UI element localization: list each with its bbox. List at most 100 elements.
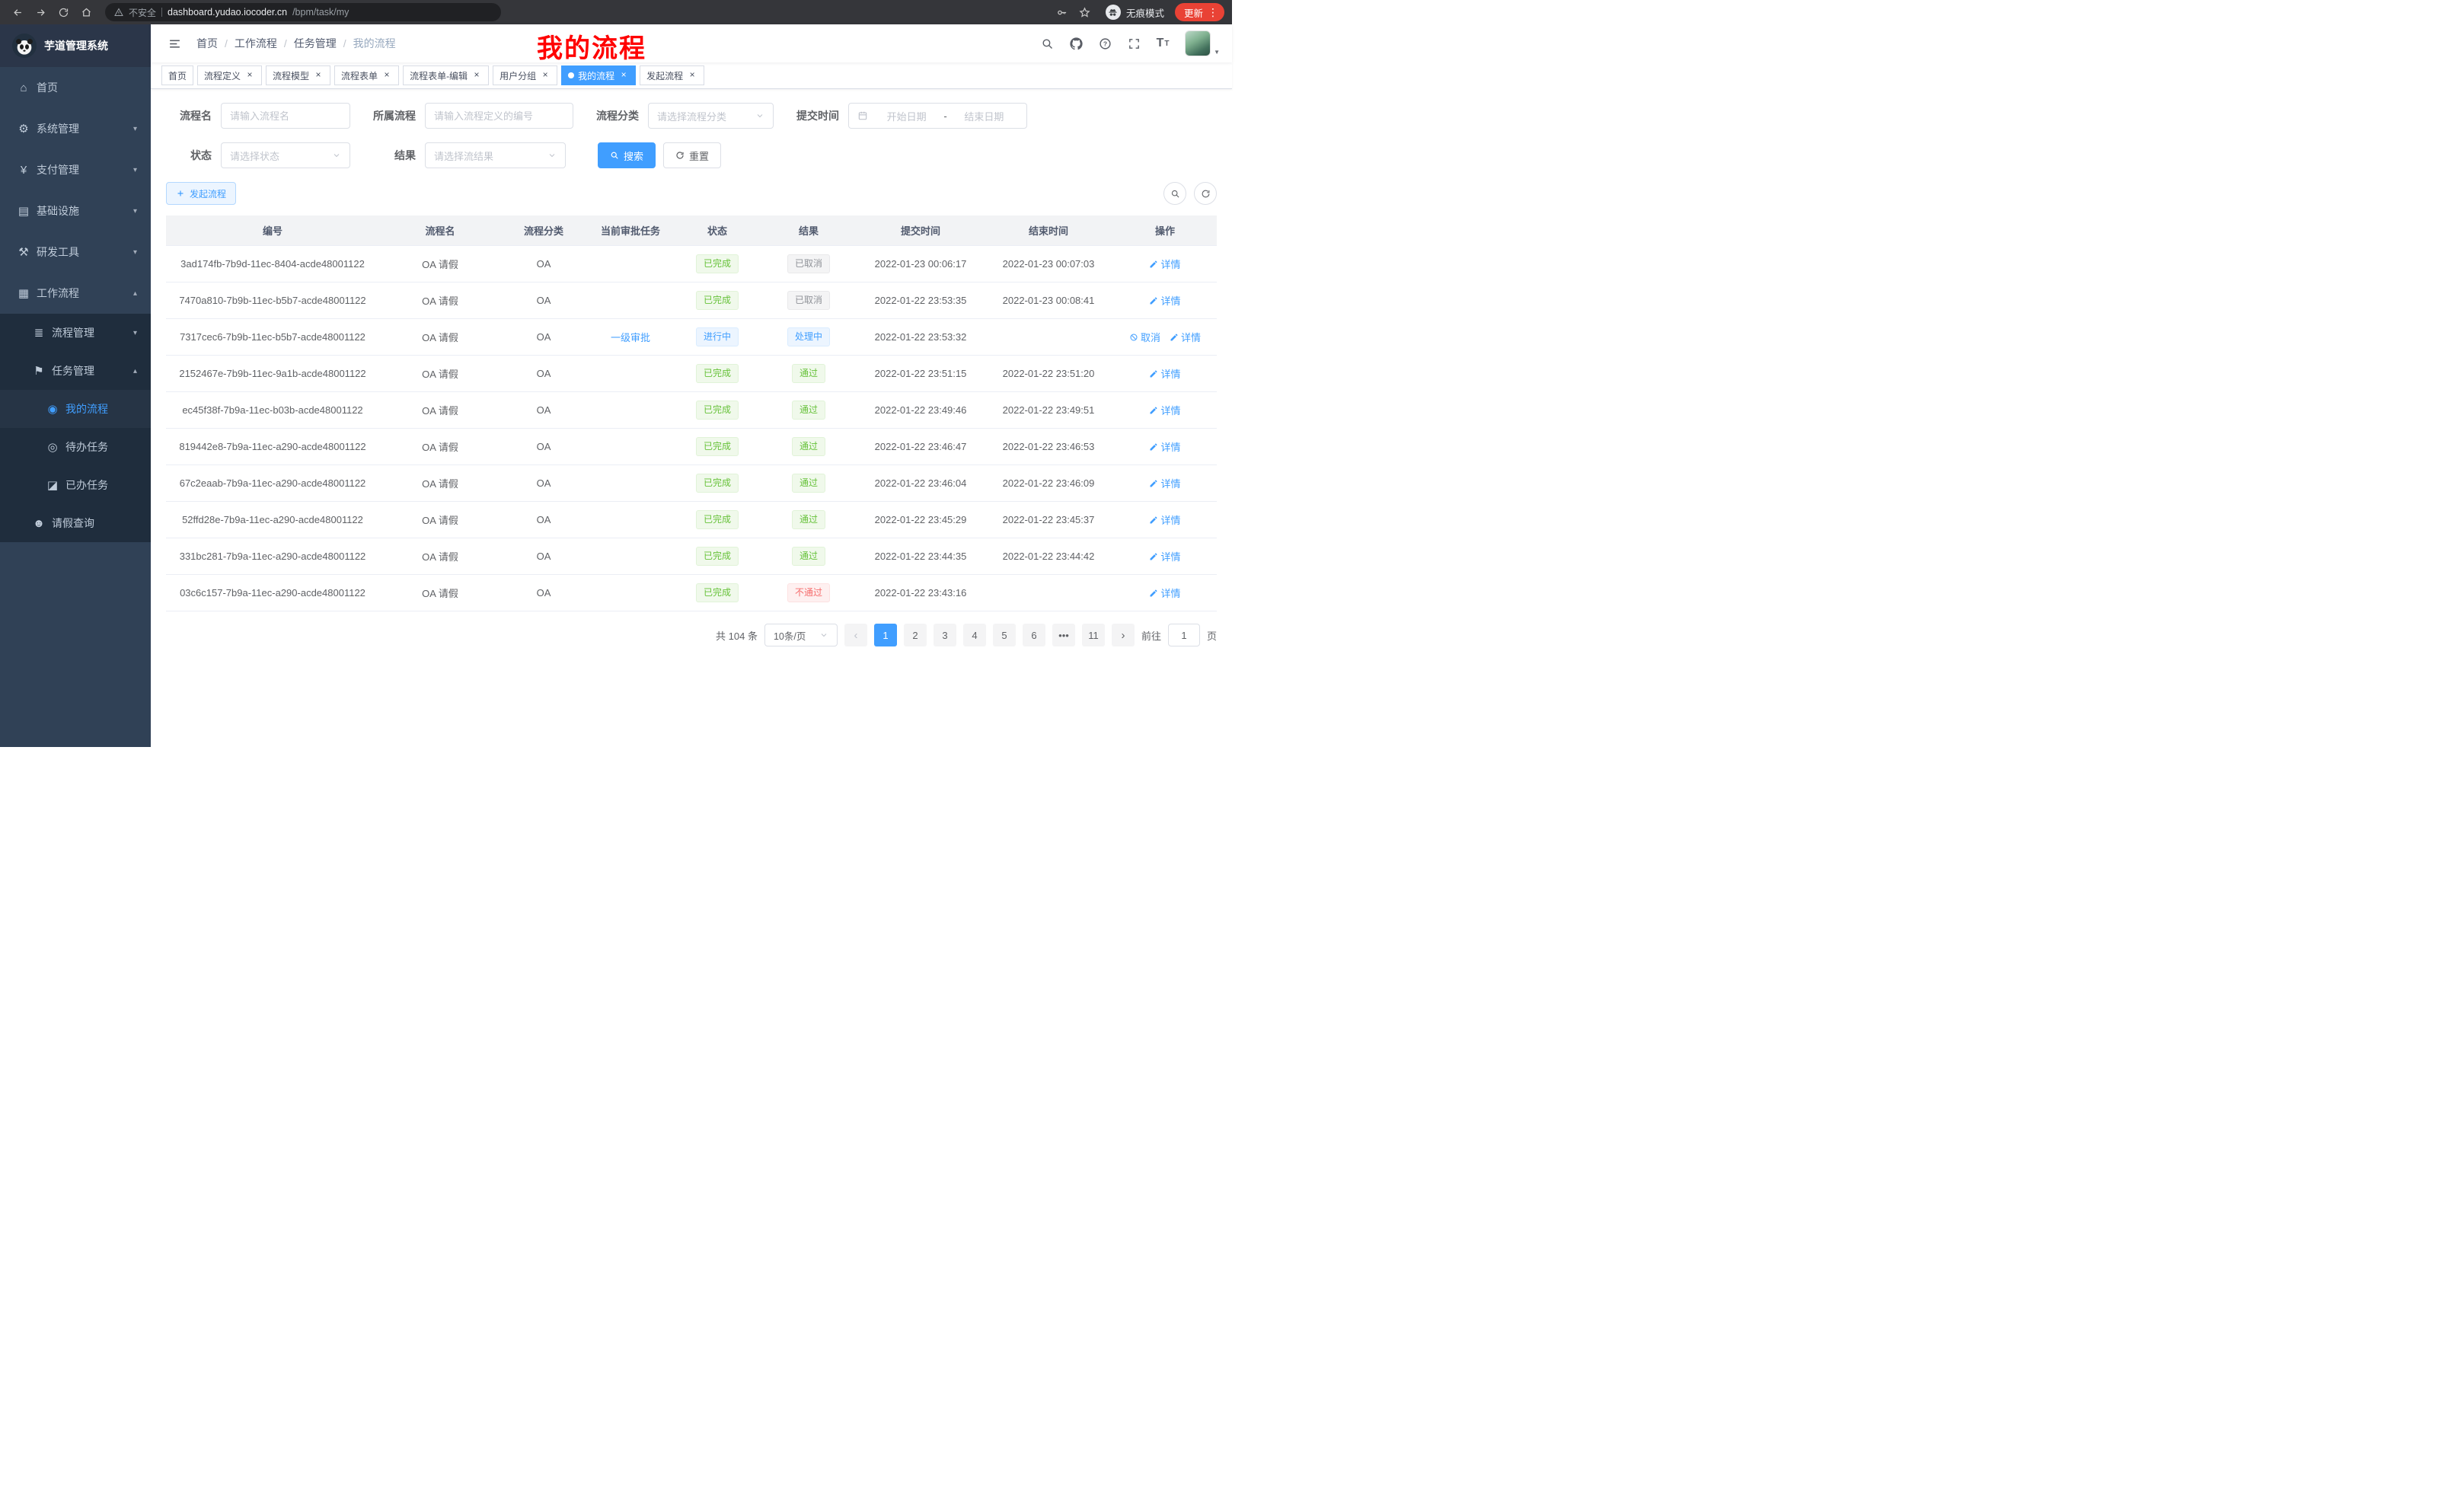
page-button[interactable]: 3 <box>934 624 956 646</box>
security-label[interactable]: 不安全 <box>129 6 156 19</box>
detail-link[interactable]: 详情 <box>1149 549 1180 563</box>
avatar-menu[interactable] <box>1185 30 1220 56</box>
total-count: 共 104 条 <box>716 628 758 643</box>
sidebar-item-system[interactable]: ⚙ 系统管理 <box>0 108 151 149</box>
detail-link[interactable]: 详情 <box>1149 512 1180 527</box>
edit-icon <box>1149 296 1158 305</box>
detail-link[interactable]: 详情 <box>1149 257 1180 271</box>
process-name-input[interactable] <box>221 103 350 129</box>
detail-link[interactable]: 详情 <box>1149 366 1180 381</box>
status-select[interactable]: 请选择状态 <box>221 142 350 168</box>
page-button[interactable]: 6 <box>1023 624 1045 646</box>
fullscreen-icon[interactable] <box>1122 32 1145 55</box>
page-button[interactable]: 2 <box>904 624 927 646</box>
cell-status: 已完成 <box>675 254 760 273</box>
reset-button[interactable]: 重置 <box>663 142 721 168</box>
status-badge: 进行中 <box>696 327 739 346</box>
chevron-icon <box>133 166 137 174</box>
app-logo[interactable]: 芋道管理系统 <box>0 24 151 67</box>
edit-icon <box>1149 369 1158 378</box>
detail-link[interactable]: 详情 <box>1149 586 1180 600</box>
cancel-link-label: 取消 <box>1141 330 1160 344</box>
page-size-select[interactable]: 10条/页 <box>764 624 838 646</box>
detail-link[interactable]: 详情 <box>1170 330 1201 344</box>
sidebar-item-my-process[interactable]: ◉ 我的流程 <box>0 390 151 428</box>
sidebar-item-task-mgmt[interactable]: ⚑ 任务管理 <box>0 352 151 390</box>
sidebar-item-workflow[interactable]: ▦ 工作流程 <box>0 273 151 314</box>
forward-icon[interactable] <box>30 2 50 22</box>
home-icon[interactable] <box>76 2 96 22</box>
detail-link[interactable]: 详情 <box>1149 476 1180 490</box>
search-icon[interactable] <box>1036 32 1058 55</box>
refresh-button[interactable] <box>1194 182 1217 205</box>
page-button[interactable]: 4 <box>963 624 986 646</box>
next-page-button[interactable] <box>1112 624 1135 646</box>
close-icon[interactable] <box>313 70 324 81</box>
cancel-link[interactable]: 取消 <box>1129 330 1160 344</box>
address-bar[interactable]: 不安全 dashboard.yudao.iocoder.cn /bpm/task… <box>105 3 501 21</box>
breadcrumb-item[interactable]: 工作流程 <box>235 37 294 49</box>
sidebar-item-infra[interactable]: ▤ 基础设施 <box>0 190 151 231</box>
close-icon[interactable] <box>471 70 482 81</box>
detail-link[interactable]: 详情 <box>1149 293 1180 308</box>
reload-icon[interactable] <box>53 2 73 22</box>
cell-actions: 取消 详情 <box>1113 586 1217 600</box>
goto-page-input[interactable] <box>1168 624 1200 646</box>
sidebar-item-todo-tasks[interactable]: ◎ 待办任务 <box>0 428 151 466</box>
process-category-select[interactable]: 请选择流程分类 <box>648 103 774 129</box>
page-button[interactable]: 11 <box>1082 624 1105 646</box>
tab[interactable]: 用户分组 <box>493 65 557 85</box>
detail-link[interactable]: 详情 <box>1149 403 1180 417</box>
github-icon[interactable] <box>1064 32 1087 55</box>
back-icon[interactable] <box>8 2 27 22</box>
tab[interactable]: 首页 <box>161 65 193 85</box>
submit-time-range-picker[interactable]: 开始日期 - 结束日期 <box>848 103 1027 129</box>
tab[interactable]: 发起流程 <box>640 65 704 85</box>
sidebar-item-done-tasks[interactable]: ◪ 已办任务 <box>0 466 151 504</box>
cell-process-name: OA 请假 <box>379 439 501 454</box>
sidebar-item-devtools[interactable]: ⚒ 研发工具 <box>0 231 151 273</box>
create-process-button[interactable]: 发起流程 <box>166 182 236 205</box>
update-button[interactable]: 更新 <box>1175 3 1224 21</box>
tab[interactable]: 流程定义 <box>197 65 262 85</box>
tab[interactable]: 流程表单-编辑 <box>403 65 489 85</box>
close-icon[interactable] <box>687 70 697 81</box>
result-badge: 不通过 <box>787 583 830 602</box>
detail-link-label: 详情 <box>1160 476 1180 490</box>
hamburger-icon[interactable] <box>163 32 186 55</box>
search-toggle-button[interactable] <box>1163 182 1186 205</box>
page-button[interactable]: ••• <box>1052 624 1075 646</box>
prev-page-button[interactable] <box>844 624 867 646</box>
detail-link[interactable]: 详情 <box>1149 439 1180 454</box>
star-icon[interactable] <box>1075 2 1095 22</box>
close-icon[interactable] <box>540 70 551 81</box>
page-button[interactable]: 1 <box>874 624 897 646</box>
question-icon[interactable]: ? <box>1093 32 1116 55</box>
page-button[interactable]: 5 <box>993 624 1016 646</box>
close-icon[interactable] <box>381 70 392 81</box>
tab[interactable]: 流程表单 <box>334 65 399 85</box>
breadcrumb-item[interactable]: 首页 <box>196 37 235 49</box>
sidebar-item-process-mgmt[interactable]: ≣ 流程管理 <box>0 314 151 352</box>
breadcrumb-item[interactable]: 任务管理 <box>294 37 353 49</box>
menu-kebab-icon[interactable] <box>1208 6 1218 19</box>
task-link[interactable]: 一级审批 <box>611 330 650 344</box>
search-button[interactable]: 搜索 <box>598 142 656 168</box>
key-icon[interactable] <box>1052 2 1072 22</box>
process-definition-input[interactable] <box>425 103 573 129</box>
avatar[interactable] <box>1185 30 1211 56</box>
status-badge: 已完成 <box>696 364 739 383</box>
result-select[interactable]: 请选择流结果 <box>425 142 566 168</box>
tab[interactable]: 我的流程 <box>561 65 636 85</box>
close-icon[interactable] <box>618 70 629 81</box>
font-size-icon[interactable] <box>1151 32 1174 55</box>
status-badge: 已完成 <box>696 583 739 602</box>
url-domain[interactable]: dashboard.yudao.iocoder.cn <box>168 7 287 18</box>
tab[interactable]: 流程模型 <box>266 65 330 85</box>
sidebar-item-leave-query[interactable]: ☻ 请假查询 <box>0 504 151 542</box>
breadcrumb-item[interactable]: 我的流程 <box>353 37 396 49</box>
sidebar-item-payment[interactable]: ¥ 支付管理 <box>0 149 151 190</box>
sidebar-item-home[interactable]: ⌂ 首页 <box>0 67 151 108</box>
url-path[interactable]: /bpm/task/my <box>292 7 349 18</box>
close-icon[interactable] <box>244 70 255 81</box>
